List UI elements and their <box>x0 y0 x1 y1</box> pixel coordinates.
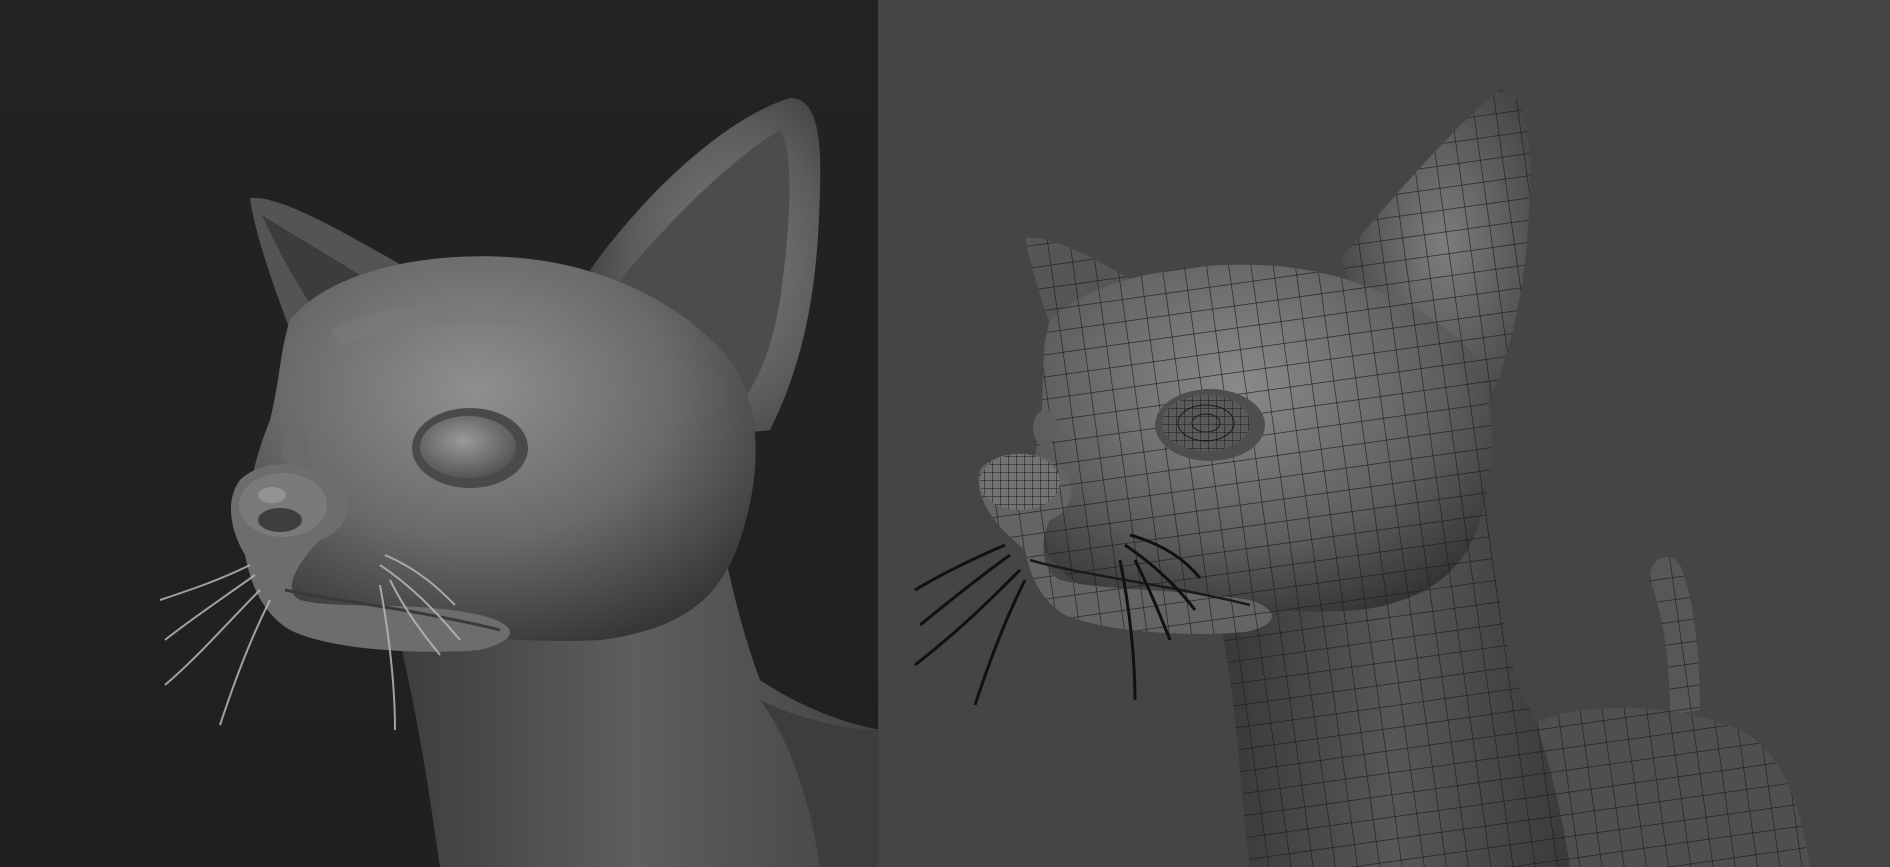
sculpt-render-panel <box>0 0 880 867</box>
sculpt-render <box>0 0 880 867</box>
far-eye <box>1033 410 1057 446</box>
wireframe-render-panel <box>880 0 1890 867</box>
viewport-comparison <box>0 0 1890 867</box>
wireframe-render <box>880 0 1890 867</box>
far-eye <box>281 425 309 465</box>
eye <box>420 416 516 478</box>
